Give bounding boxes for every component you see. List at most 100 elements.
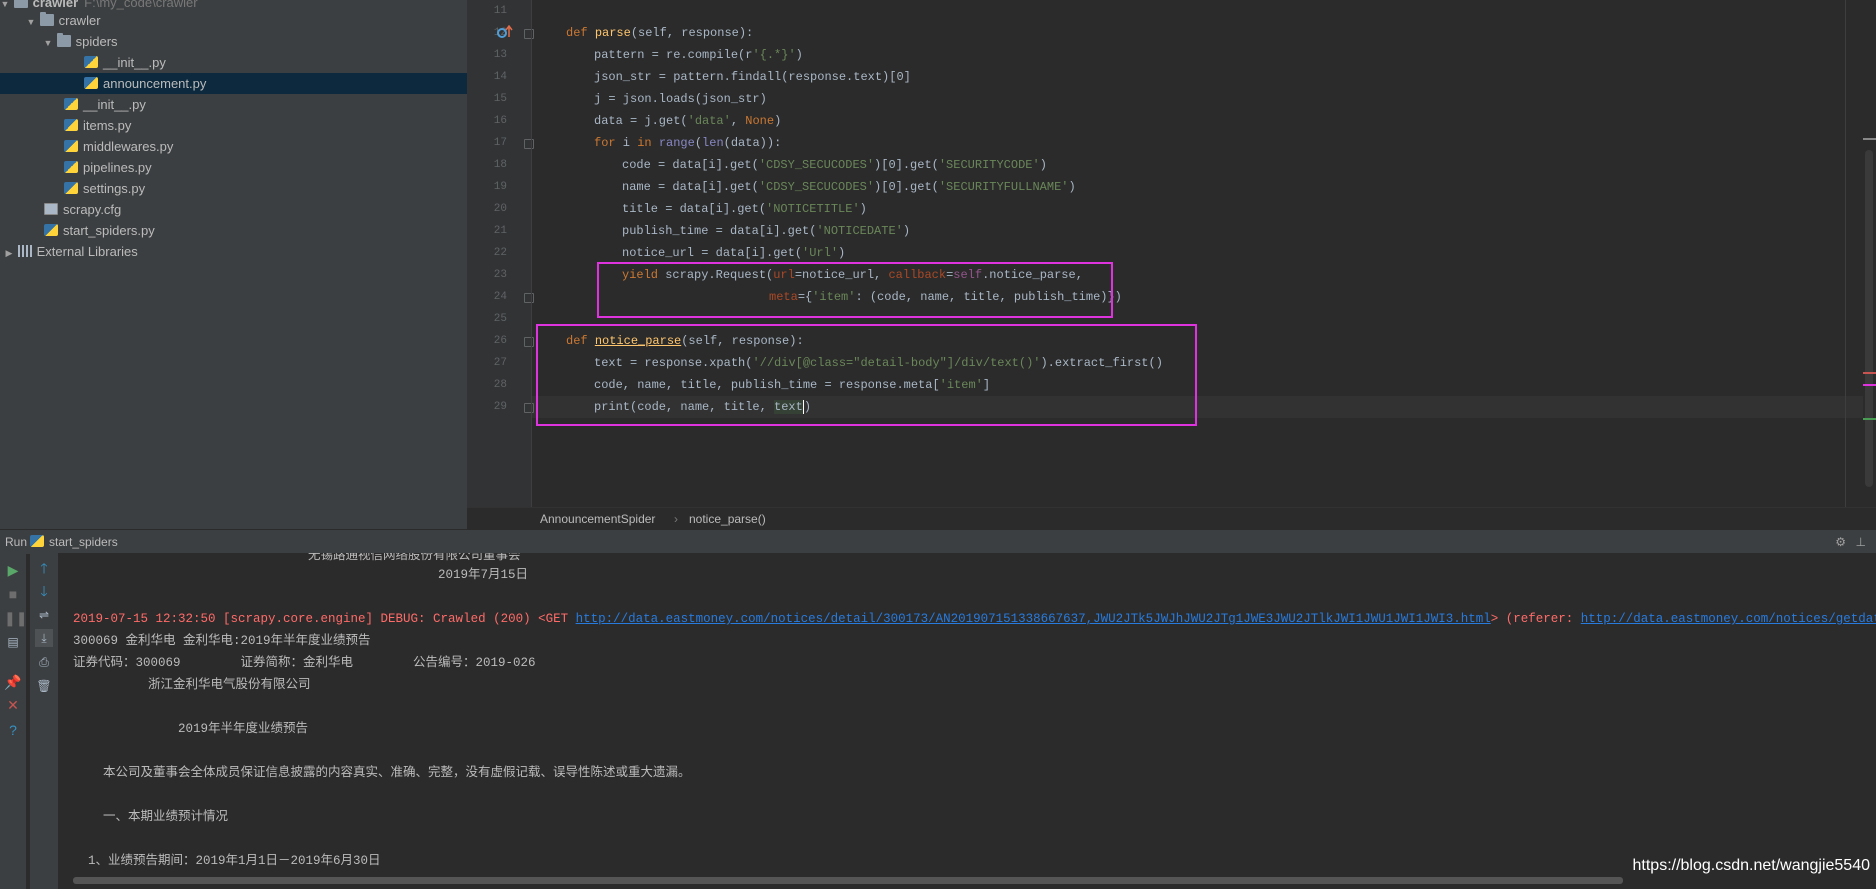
code-line-22: notice_url = data[i].get('Url'): [622, 246, 846, 260]
hide-panel-icon[interactable]: ⊥: [1856, 530, 1866, 554]
line-number: 14: [493, 71, 507, 83]
expand-arrow-icon[interactable]: ▼: [43, 33, 53, 54]
watermark: https://blog.csdn.net/wangjie5540: [1632, 857, 1871, 874]
stop-icon[interactable]: ■: [4, 585, 22, 603]
line-number: 21: [493, 225, 507, 237]
tree-item-middlewares[interactable]: middlewares.py: [0, 136, 467, 157]
run-tool-window-header: Run start_spiders ⚙ ⊥: [0, 529, 1876, 554]
python-file-icon: [30, 535, 44, 547]
tree-root-path: F:\my_code\crawler: [84, 0, 198, 10]
line-number: 16: [493, 115, 507, 127]
tree-item-label: scrapy.cfg: [63, 202, 122, 217]
tree-item-announcement[interactable]: announcement.py: [0, 73, 467, 94]
trash-icon[interactable]: 🗑: [35, 677, 53, 695]
tree-item-label: spiders: [75, 34, 118, 49]
run-tab-start-spiders[interactable]: start_spiders: [30, 530, 118, 554]
tree-item-start-spiders[interactable]: start_spiders.py: [0, 220, 467, 241]
line-number: 19: [493, 181, 507, 193]
up-arrow-icon[interactable]: 🡑: [35, 559, 53, 577]
code-line-17: for i in range(len(data)):: [594, 136, 782, 150]
gear-icon[interactable]: ⚙: [1835, 530, 1846, 554]
tree-root-label: crawler: [32, 0, 79, 10]
print-icon[interactable]: ⎙: [35, 653, 53, 671]
tree-item-crawler-init[interactable]: __init__.py: [0, 94, 467, 115]
line-number: 18: [493, 159, 507, 171]
console-line: 一、本期业绩预计情况: [73, 810, 229, 824]
breadcrumb-method[interactable]: notice_parse(): [689, 508, 766, 530]
scroll-to-end-icon[interactable]: ⤓: [35, 629, 53, 647]
tree-item-settings[interactable]: settings.py: [0, 178, 467, 199]
console-link[interactable]: http://data.eastmoney.com/notices/getdat…: [1581, 612, 1876, 626]
fold-marker-icon[interactable]: [524, 337, 534, 347]
fold-marker-icon[interactable]: [524, 293, 534, 303]
override-method-icon[interactable]: [497, 25, 513, 39]
tree-item-external-libraries[interactable]: ▶ External Libraries: [0, 241, 467, 262]
tree-item-label: pipelines.py: [83, 160, 152, 175]
collapse-arrow-icon[interactable]: ▶: [4, 243, 14, 264]
code-line-13: pattern = re.compile(r'{.*}'): [594, 48, 803, 62]
tree-item-label: External Libraries: [36, 244, 138, 259]
rerun-icon[interactable]: ▶: [4, 561, 22, 579]
dump-threads-icon[interactable]: ▤: [4, 633, 22, 651]
code-line-21: publish_time = data[i].get('NOTICEDATE'): [622, 224, 911, 238]
close-icon[interactable]: ✕: [4, 696, 22, 714]
tree-item-crawler[interactable]: ▼ crawler: [0, 10, 467, 31]
breadcrumb-separator: ›: [674, 512, 678, 526]
pin-tab-icon[interactable]: 📌: [4, 673, 22, 691]
console-horizontal-scrollbar[interactable]: [58, 875, 1876, 887]
line-number: 26: [493, 335, 507, 347]
python-file-icon: [84, 56, 98, 68]
line-number: 28: [493, 379, 507, 391]
console-line: 2019年半年度业绩预告: [73, 722, 309, 736]
line-number: 22: [493, 247, 507, 259]
help-icon[interactable]: ?: [4, 721, 22, 739]
console-link[interactable]: http://data.eastmoney.com/notices/detail…: [576, 612, 1491, 626]
editor-gutter: 11 12 13 14 15 16 17 18 19 20 21 22 23 2…: [467, 0, 534, 507]
config-file-icon: [44, 203, 58, 215]
soft-wrap-icon[interactable]: ⇌: [35, 606, 53, 624]
tree-item-label: start_spiders.py: [63, 223, 155, 238]
python-file-icon: [64, 182, 78, 194]
tree-item-label: __init__.py: [83, 97, 146, 112]
code-line-20: title = data[i].get('NOTICETITLE'): [622, 202, 867, 216]
expand-arrow-icon[interactable]: ▼: [26, 12, 36, 33]
tree-item-label: items.py: [83, 118, 132, 133]
line-number: 29: [493, 401, 507, 413]
folder-icon: [56, 33, 71, 47]
scroll-marker: [1863, 418, 1876, 420]
fold-marker-icon[interactable]: [524, 29, 534, 39]
code-editor[interactable]: 11 12 13 14 15 16 17 18 19 20 21 22 23 2…: [467, 0, 1876, 507]
folder-icon: [39, 12, 54, 26]
down-arrow-icon[interactable]: 🡓: [35, 582, 53, 600]
console-line: 本公司及董事会全体成员保证信息披露的内容真实、准确、完整，没有虚假记载、误导性陈…: [73, 766, 691, 780]
tree-item-label: __init__.py: [103, 55, 166, 70]
editor-scrollbar-thumb[interactable]: [1865, 150, 1873, 487]
annotation-box-yield: [597, 262, 1113, 318]
tree-item-label: settings.py: [83, 181, 146, 196]
code-line-19: name = data[i].get('CDSY_SECUCODES')[0].…: [622, 180, 1076, 194]
code-area[interactable]: def parse(self, response): pattern = re.…: [566, 0, 1846, 507]
line-number: 23: [493, 269, 507, 281]
tree-item-spiders-init[interactable]: __init__.py: [0, 52, 467, 73]
code-line-16: data = j.get('data', None): [594, 114, 782, 128]
tree-item-scrapy-cfg[interactable]: scrapy.cfg: [0, 199, 467, 220]
line-number: 17: [493, 137, 507, 149]
console-scrollbar-thumb[interactable]: [73, 877, 1623, 884]
tree-item-pipelines[interactable]: pipelines.py: [0, 157, 467, 178]
fold-marker-icon[interactable]: [524, 403, 534, 413]
console-output[interactable]: 无锡路通视信网络股份有限公司董事会 2019年7月15日 2019-07-15 …: [58, 553, 1876, 889]
breadcrumb-class[interactable]: AnnouncementSpider: [540, 508, 655, 530]
editor-scrollbar[interactable]: [1863, 0, 1876, 507]
tree-item-items[interactable]: items.py: [0, 115, 467, 136]
tree-item-label: announcement.py: [103, 76, 207, 91]
pause-icon[interactable]: ❚❚: [4, 609, 27, 627]
python-file-icon: [44, 224, 58, 236]
line-number: 13: [493, 49, 507, 61]
fold-marker-icon[interactable]: [524, 139, 534, 149]
tree-item-spiders[interactable]: ▼ spiders: [0, 31, 467, 52]
run-label: Run: [5, 535, 28, 549]
code-line-14: json_str = pattern.findall(response.text…: [594, 70, 911, 84]
breadcrumb: AnnouncementSpider › notice_parse(): [467, 507, 1876, 530]
console-line: 1、业绩预告期间：2019年1月1日－2019年6月30日: [73, 854, 381, 868]
scroll-marker: [1863, 372, 1876, 374]
